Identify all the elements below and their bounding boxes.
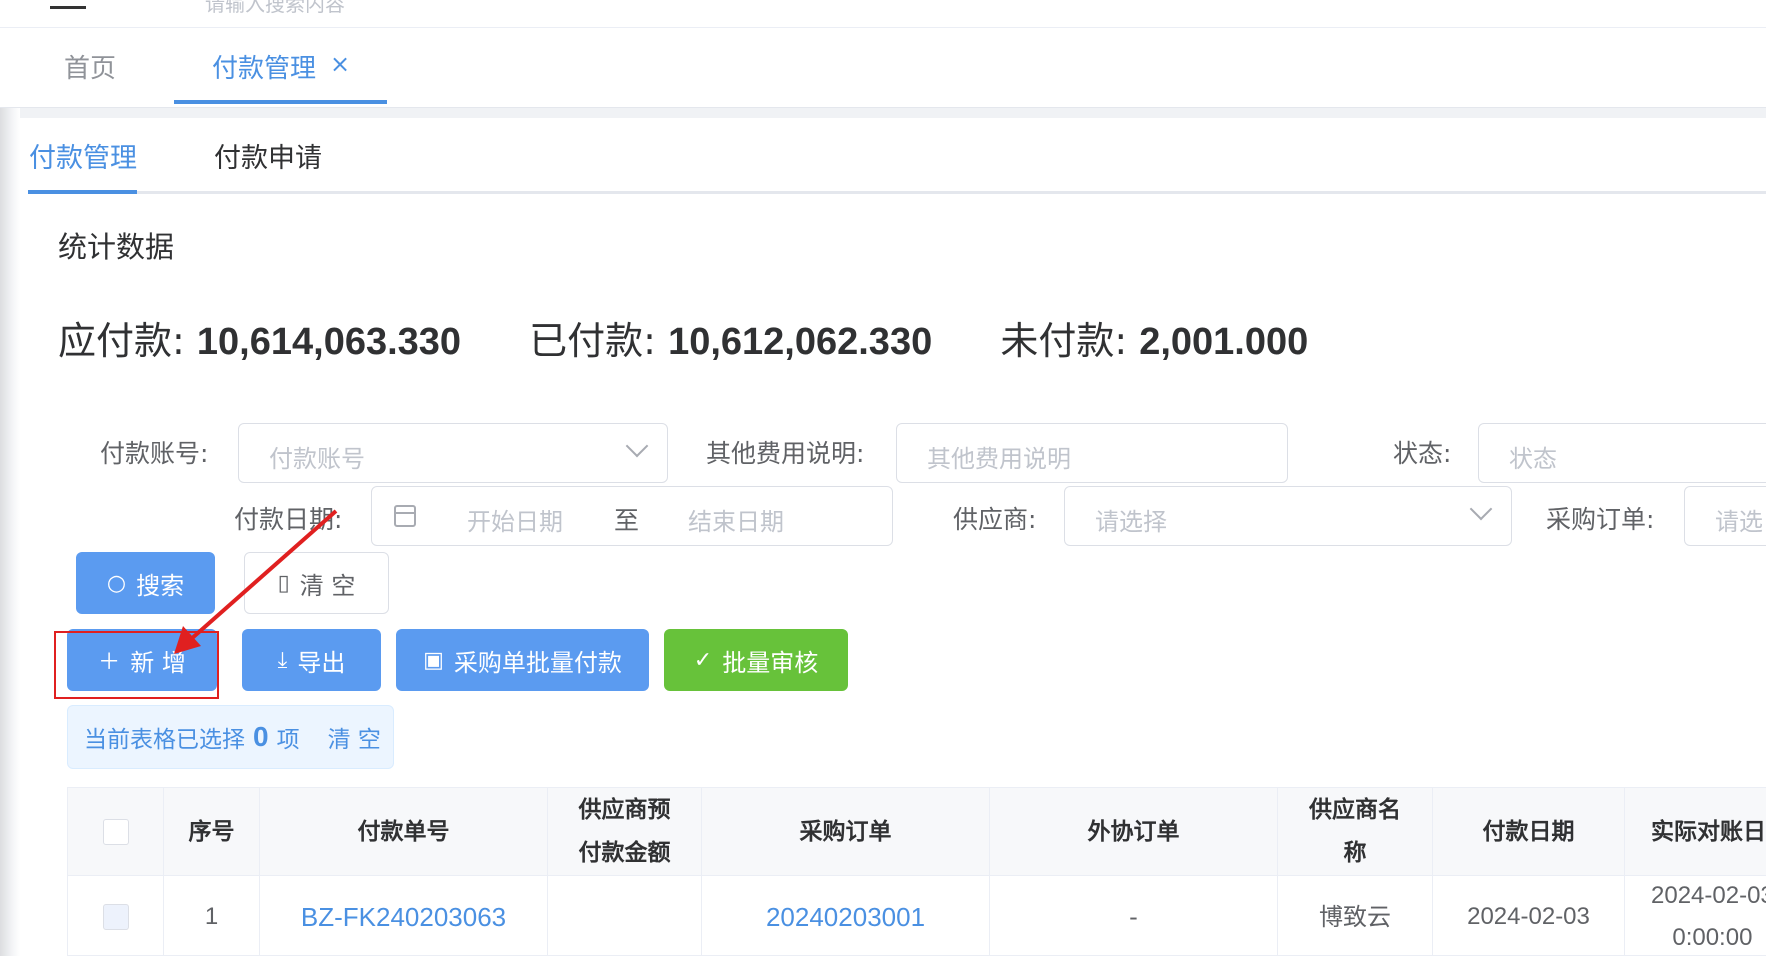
- supplier-label: 供应商:: [953, 505, 1037, 534]
- status-select[interactable]: 状态: [1478, 423, 1766, 483]
- header-supplier: 供应商名称: [1278, 788, 1433, 876]
- date-end-input[interactable]: 结束日期: [688, 502, 784, 537]
- status-placeholder: 状态: [1509, 445, 1557, 473]
- selection-count: 0: [253, 721, 269, 752]
- stats-row: 应付款: 10,614,063.330 已付款: 10,612,062.330 …: [58, 310, 1364, 365]
- po-placeholder: 请选: [1715, 508, 1763, 536]
- account-label: 付款账号:: [100, 439, 209, 468]
- status-label: 状态:: [1393, 439, 1452, 468]
- cell-pay-date: 2024-02-03: [1433, 876, 1625, 955]
- stat-paid: 已付款: 10,612,062.330: [529, 319, 933, 363]
- wallet-icon: ▣: [423, 647, 444, 673]
- header-outsource: 外协订单: [990, 788, 1278, 876]
- sub-tab-indicator: [28, 190, 137, 194]
- po-label: 采购订单:: [1546, 505, 1655, 534]
- search-icon: ○: [106, 570, 127, 596]
- other-fee-placeholder: 其他费用说明: [927, 445, 1071, 473]
- pay-date-range[interactable]: 开始日期 至 结束日期: [371, 486, 893, 546]
- cell-po-link[interactable]: 20240203001: [702, 876, 990, 955]
- chevron-down-icon: [625, 434, 649, 458]
- stat-unpaid: 未付款: 2,001.000: [1000, 319, 1309, 363]
- search-button[interactable]: ○ 搜索: [76, 552, 215, 614]
- selection-clear-link[interactable]: 清 空: [328, 720, 381, 754]
- download-icon: ⤓: [277, 647, 288, 673]
- cell-actual-date: 2024-02-03 0:00:00: [1625, 876, 1766, 955]
- table-row-checkbox-cell: [68, 876, 164, 955]
- header-po: 采购订单: [702, 788, 990, 876]
- content-gap: [20, 108, 1766, 118]
- pay-date-label: 付款日期:: [234, 505, 343, 534]
- row-checkbox[interactable]: [102, 904, 129, 930]
- top-header: 请输入搜索内容: [0, 0, 1766, 28]
- check-icon: ✓: [693, 647, 713, 673]
- supplier-select[interactable]: 请选择: [1064, 486, 1512, 546]
- sub-tabs: 付款管理 付款申请: [28, 118, 1766, 194]
- selection-alert: 当前表格已选择 0 项 清 空: [67, 705, 394, 769]
- stat-payable: 应付款: 10,614,063.330: [58, 319, 462, 363]
- route-tab-payment[interactable]: 付款管理: [212, 48, 316, 85]
- po-input[interactable]: 请选: [1684, 486, 1766, 546]
- select-all-checkbox[interactable]: [102, 819, 129, 845]
- date-range-separator: 至: [614, 506, 640, 535]
- header-pay-date: 付款日期: [1433, 788, 1625, 876]
- header-actual-date: 实际对账日: [1625, 788, 1766, 876]
- batch-review-button[interactable]: ✓ 批量审核: [664, 629, 848, 691]
- account-select[interactable]: 付款账号: [238, 423, 668, 483]
- cell-outsource: -: [990, 876, 1278, 955]
- date-start-input[interactable]: 开始日期: [467, 502, 563, 537]
- header-prepay: 供应商预 付款金额: [548, 788, 702, 876]
- tab-payment-manage[interactable]: 付款管理: [29, 136, 137, 175]
- route-tab-indicator: [174, 100, 387, 104]
- cell-seq: 1: [164, 876, 260, 955]
- export-button[interactable]: ⤓ 导出: [242, 629, 381, 691]
- close-icon[interactable]: ×: [330, 50, 350, 78]
- header-select-all: [68, 788, 164, 876]
- cell-supplier: 博致云: [1278, 876, 1433, 955]
- cell-prepay: [548, 876, 702, 955]
- stats-title: 统计数据: [58, 230, 175, 264]
- route-tabs: 首页 付款管理 ×: [0, 28, 1766, 108]
- account-placeholder: 付款账号: [269, 445, 365, 473]
- cell-pay-no-link[interactable]: BZ-FK240203063: [260, 876, 548, 955]
- route-tab-home[interactable]: 首页: [64, 48, 116, 85]
- chevron-down-icon: [1469, 497, 1493, 521]
- tab-payment-apply[interactable]: 付款申请: [214, 136, 322, 175]
- annotation-highlight-box: [54, 631, 219, 699]
- menu-toggle-icon[interactable]: [50, 6, 86, 9]
- other-fee-input[interactable]: 其他费用说明: [896, 423, 1288, 483]
- payment-table: 序号 付款单号 供应商预 付款金额 采购订单 外协订单 供应商名称 付款日期 实际…: [67, 787, 1766, 956]
- supplier-placeholder: 请选择: [1095, 508, 1167, 536]
- trash-icon: ▯: [277, 570, 290, 596]
- header-pay-no: 付款单号: [260, 788, 548, 876]
- calendar-icon: [394, 505, 416, 527]
- left-shadow: [0, 0, 20, 956]
- global-search-input[interactable]: 请输入搜索内容: [205, 0, 345, 17]
- batch-pay-button[interactable]: ▣ 采购单批量付款: [396, 629, 649, 691]
- header-seq: 序号: [164, 788, 260, 876]
- clear-button[interactable]: ▯ 清 空: [244, 552, 389, 614]
- other-fee-label: 其他费用说明:: [706, 439, 865, 468]
